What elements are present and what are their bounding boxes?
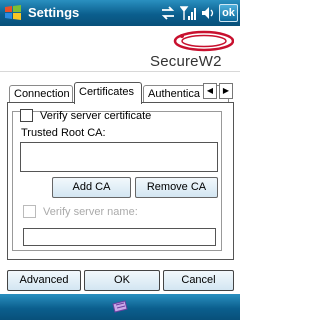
verify-server-name-checkbox[interactable] <box>23 205 36 218</box>
remove-ca-button[interactable]: Remove CA <box>135 177 218 198</box>
ok-title-button[interactable]: ok <box>219 4 238 22</box>
keyboard-icon[interactable] <box>111 299 129 315</box>
window-title: Settings <box>28 5 80 20</box>
trusted-root-ca-list[interactable] <box>20 142 218 172</box>
server-name-input[interactable] <box>23 228 216 246</box>
securew2-logo <box>173 30 234 52</box>
tab-connection[interactable]: Connection <box>9 85 73 103</box>
tab-scroll-right-icon[interactable]: ▶ <box>219 83 233 99</box>
logo-text: SecureW2 <box>150 53 222 70</box>
verify-server-certificate-label: Verify server certificate <box>40 110 152 122</box>
signal-strength-icon[interactable] <box>180 5 196 21</box>
speaker-icon[interactable] <box>200 5 216 21</box>
logo-area: SecureW2 <box>0 26 240 72</box>
softkey-bar <box>0 294 240 320</box>
advanced-button[interactable]: Advanced <box>7 270 81 291</box>
tab-certificates[interactable]: Certificates <box>74 82 142 104</box>
add-ca-button[interactable]: Add CA <box>52 177 131 198</box>
trusted-root-ca-label: Trusted Root CA: <box>21 127 106 139</box>
connectivity-icon[interactable] <box>160 5 176 21</box>
verify-server-name-label: Verify server name: <box>43 206 138 218</box>
title-bar: Settings ok <box>0 0 240 26</box>
verify-server-certificate-checkbox[interactable] <box>20 109 33 122</box>
ok-button[interactable]: OK <box>84 270 160 291</box>
tab-scroll-left-icon[interactable]: ◀ <box>203 83 217 99</box>
windows-start-flag-icon[interactable] <box>4 4 22 22</box>
cancel-button[interactable]: Cancel <box>163 270 234 291</box>
